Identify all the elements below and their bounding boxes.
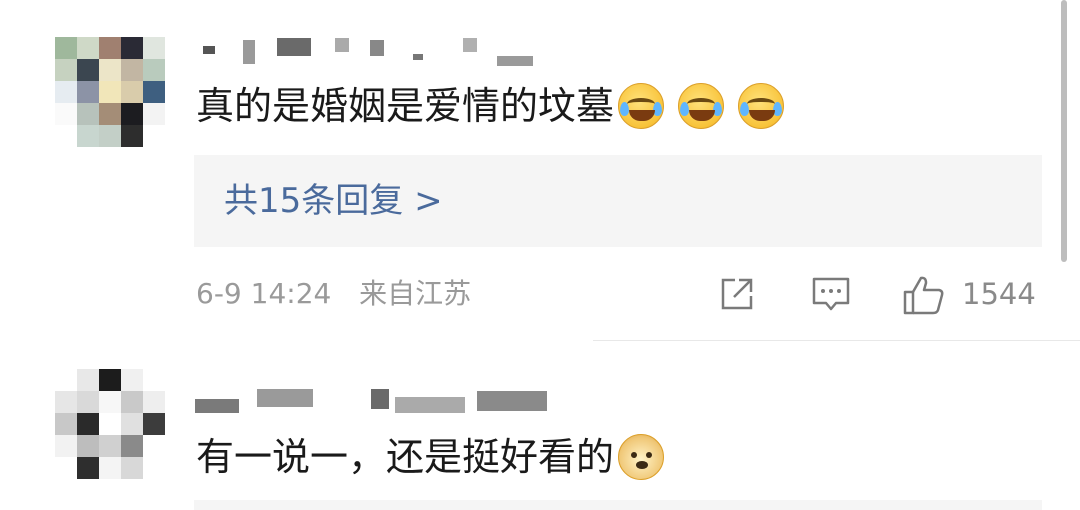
reply-preview-box[interactable] xyxy=(194,500,1042,510)
comment-date: 6-9 14:24 xyxy=(196,277,332,310)
username-obscured[interactable] xyxy=(195,36,545,68)
reply-preview-box[interactable]: 共15条回复 > xyxy=(194,155,1042,247)
avatar[interactable] xyxy=(55,37,165,147)
scrollbar[interactable] xyxy=(1061,0,1067,262)
laugh-cry-emoji-icon xyxy=(738,83,785,129)
avatar[interactable] xyxy=(55,369,165,479)
comment-location: 来自江苏 xyxy=(359,277,472,310)
comment-text: 有一说一，还是挺好看的 xyxy=(196,433,665,481)
comment-meta: 6-9 14:24 来自江苏 xyxy=(196,276,471,312)
username-obscured[interactable] xyxy=(195,385,555,417)
like-count: 1544 xyxy=(962,277,1036,311)
comment-item: 真的是婚姻是爱情的坟墓 共15条回复 > 6-9 14:24 来自江苏 1544 xyxy=(0,0,1080,340)
doge-emoji-icon xyxy=(618,434,665,480)
view-replies-link[interactable]: 共15条回复 > xyxy=(224,179,443,223)
share-icon[interactable] xyxy=(717,274,757,318)
laugh-cry-emoji-icon xyxy=(618,83,665,129)
laugh-cry-emoji-icon xyxy=(678,83,725,129)
thumbs-up-icon[interactable] xyxy=(902,274,946,320)
comment-text: 真的是婚姻是爱情的坟墓 xyxy=(196,82,785,130)
comment-item: 有一说一，还是挺好看的 xyxy=(0,341,1080,510)
comment-body: 真的是婚姻是爱情的坟墓 xyxy=(196,84,615,128)
comment-icon[interactable] xyxy=(810,274,852,318)
comment-body: 有一说一，还是挺好看的 xyxy=(196,435,615,479)
